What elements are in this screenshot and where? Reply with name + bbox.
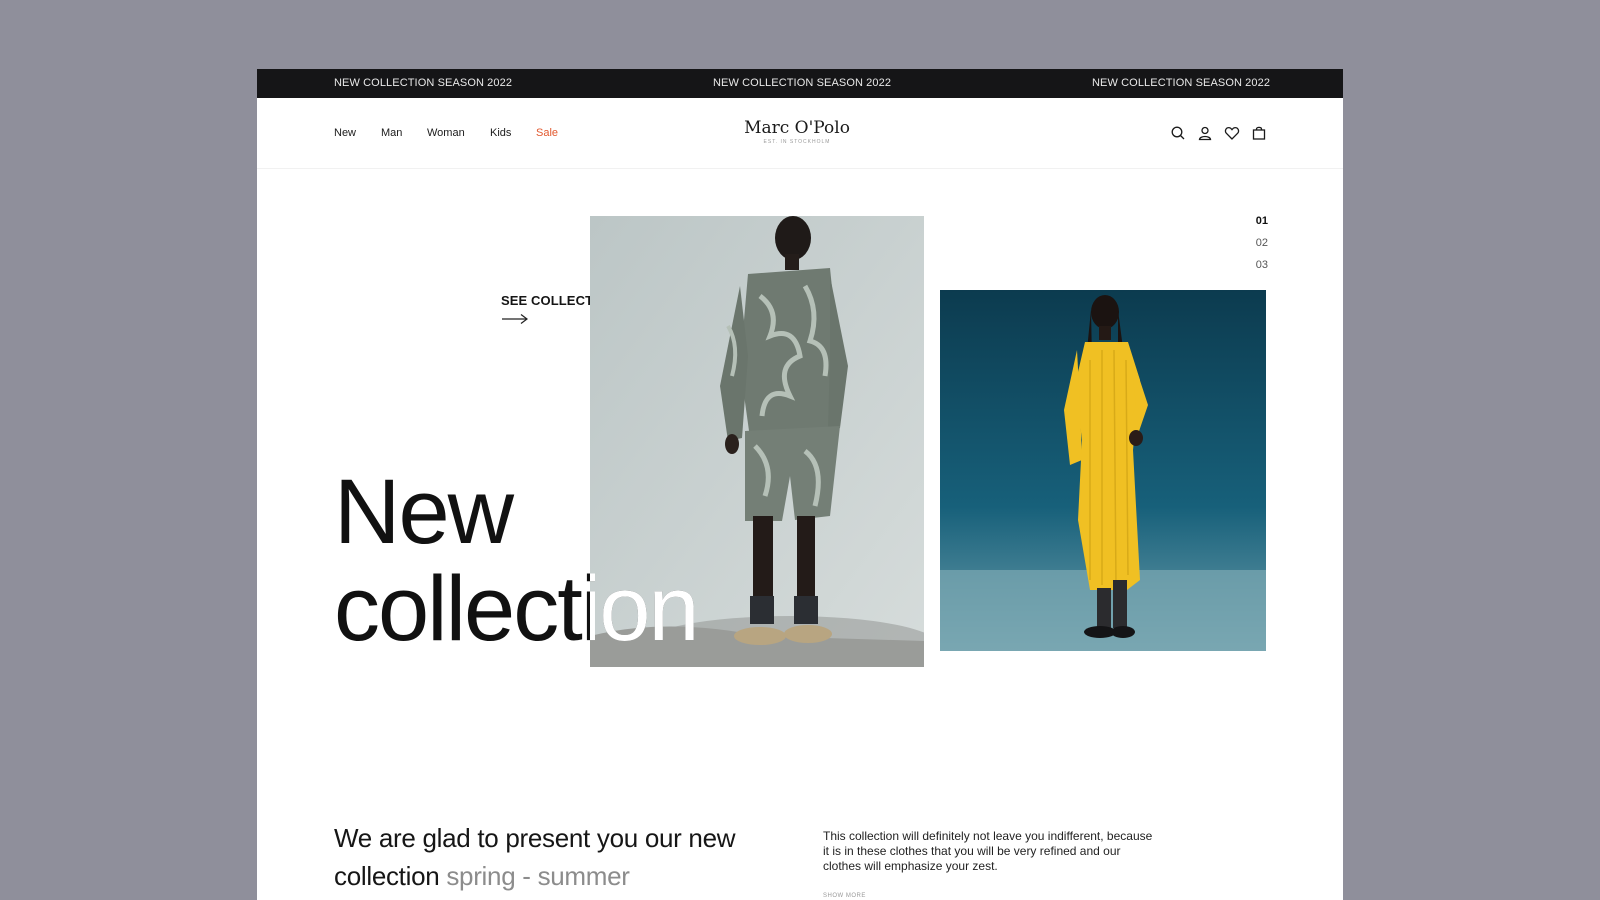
search-icon[interactable] [1170, 125, 1186, 141]
site-header: New Man Woman Kids Sale Marc O'Polo EST.… [257, 69, 1343, 169]
slide-number-03[interactable]: 03 [1256, 259, 1268, 281]
heart-icon[interactable] [1224, 125, 1240, 141]
hero-title-overlay: New collection [590, 216, 924, 667]
intro-heading-accent: spring - summer [446, 861, 630, 891]
collection-photo-woman [940, 290, 1266, 651]
arrow-right-icon[interactable] [501, 312, 529, 326]
slide-pagination: 01 02 03 [1256, 215, 1268, 281]
show-more-link[interactable]: SHOW MORE [823, 893, 866, 899]
hero-title-inverted: New collection [590, 464, 700, 660]
header-icons [257, 125, 1343, 141]
intro-heading: We are glad to present you our new colle… [334, 819, 774, 895]
intro-description: This collection will definitely not leav… [823, 829, 1153, 873]
hero-title-line2: collection [590, 558, 700, 660]
bag-icon[interactable] [1251, 125, 1267, 141]
landing-page: NEW COLLECTION SEASON 2022 NEW COLLECTIO… [257, 69, 1343, 900]
hero-title-line1: New [590, 464, 698, 561]
slide-number-01[interactable]: 01 [1256, 215, 1268, 237]
slide-number-02[interactable]: 02 [1256, 237, 1268, 259]
user-icon[interactable] [1197, 125, 1213, 141]
